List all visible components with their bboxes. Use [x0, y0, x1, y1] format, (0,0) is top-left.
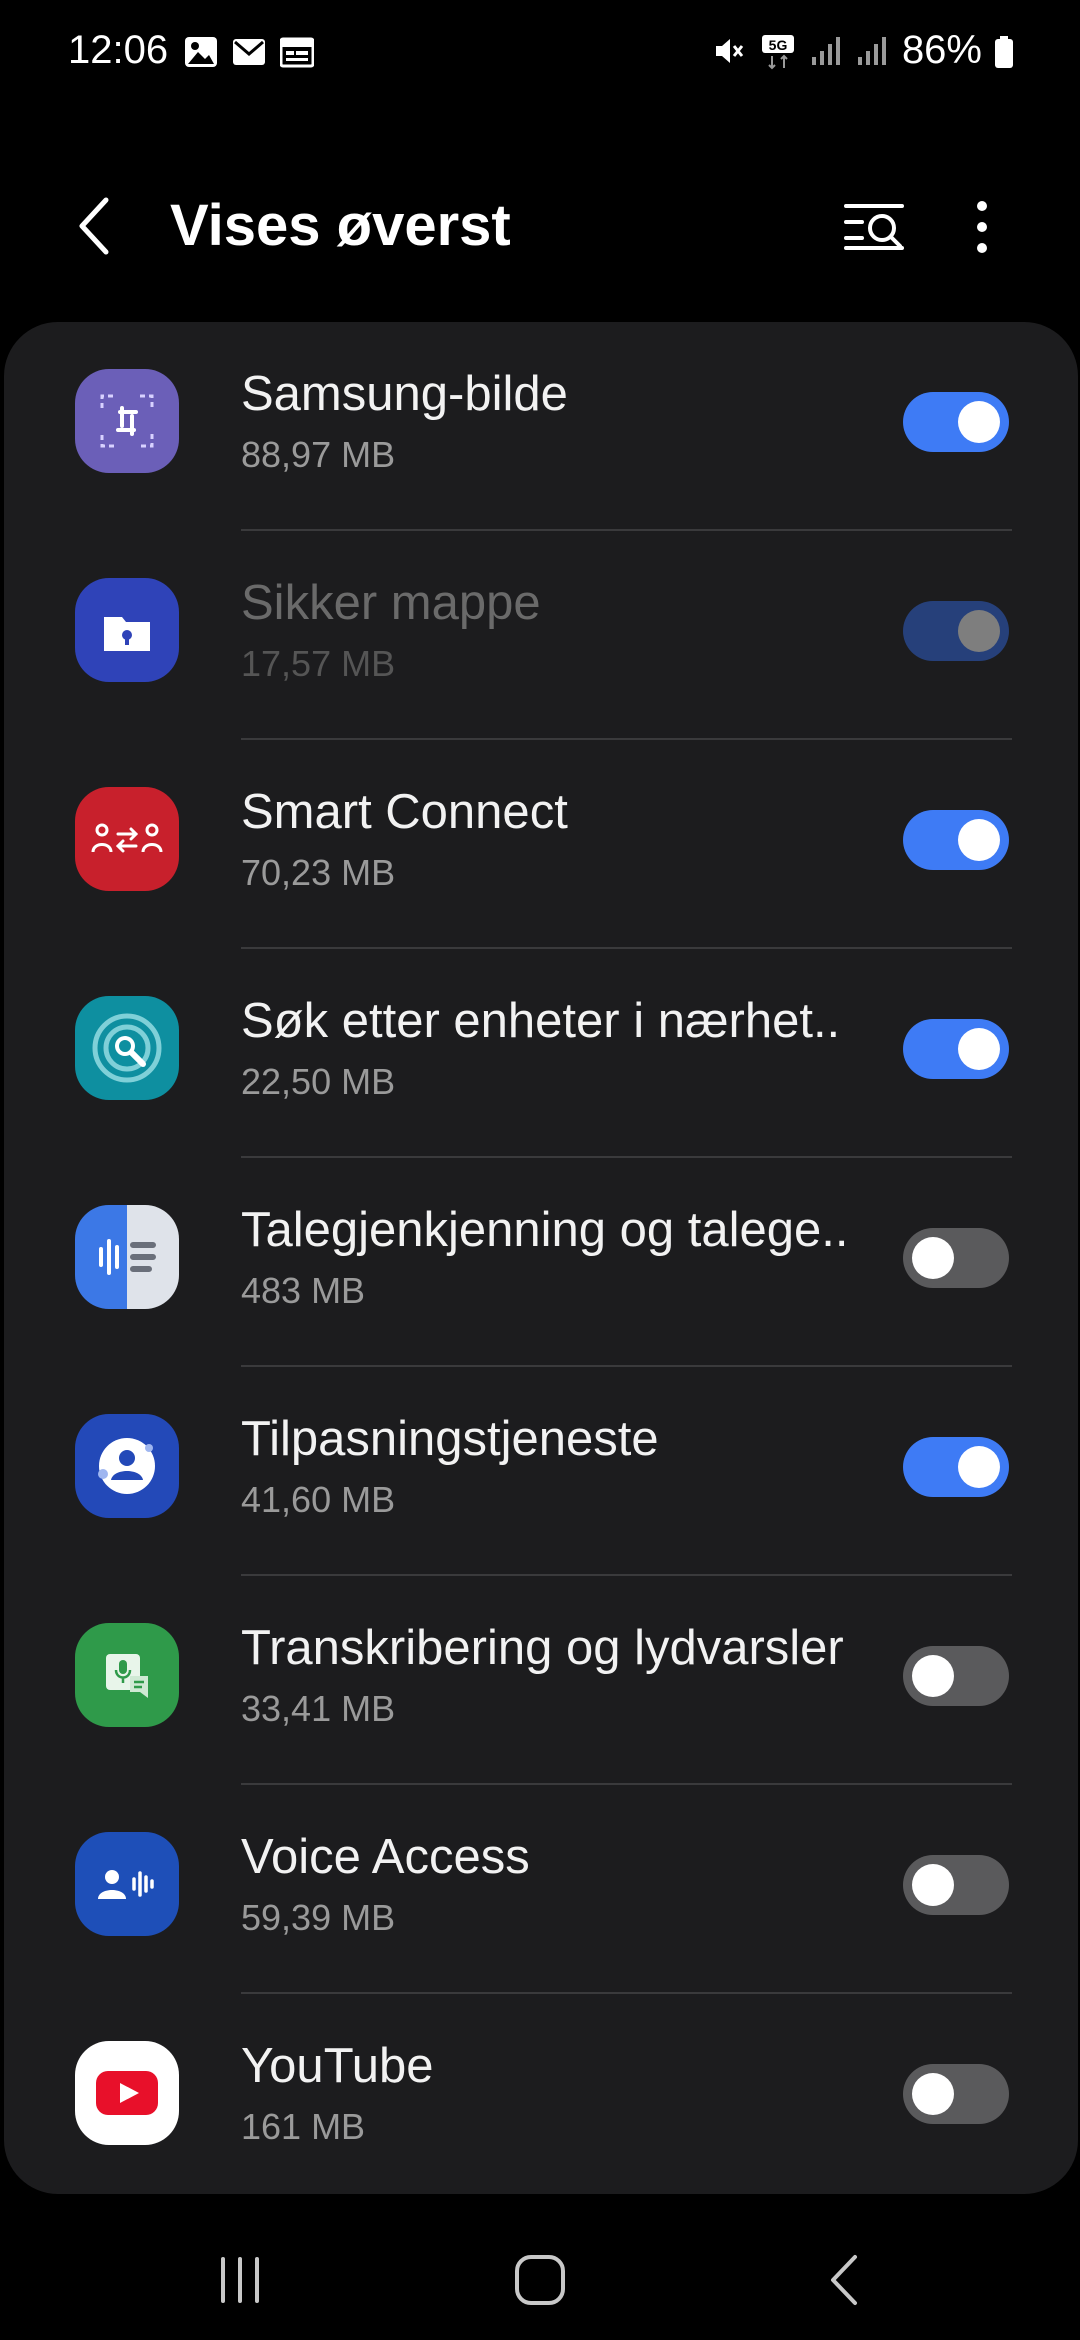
app-size: 17,57 MB [241, 643, 396, 684]
app-size: 22,50 MB [241, 1061, 396, 1102]
filter-search-icon [844, 204, 904, 250]
mute-icon [712, 35, 746, 67]
app-name: YouTube [241, 2039, 434, 2093]
list-item[interactable]: Samsung-bilde 88,97 MB [4, 322, 1078, 531]
app-bar: Vises øverst [0, 170, 1080, 282]
back-icon [831, 2255, 857, 2305]
signal-icon [810, 35, 844, 67]
home-button[interactable] [490, 2240, 590, 2320]
customization-service-icon [75, 1414, 179, 1518]
permission-toggle[interactable] [903, 392, 1009, 452]
toggle-knob [912, 2073, 954, 2115]
app-size: 33,41 MB [241, 1688, 396, 1729]
speech-services-icon [75, 1205, 179, 1309]
list-item[interactable]: Søk etter enheter i nærhet.. 22,50 MB [4, 949, 1078, 1158]
app-name: Samsung-bilde [241, 367, 568, 421]
permission-toggle[interactable] [903, 1855, 1009, 1915]
live-transcribe-icon [75, 1623, 179, 1727]
permission-toggle[interactable] [903, 2064, 1009, 2124]
battery-icon [994, 35, 1014, 68]
nearby-scan-icon [75, 996, 179, 1100]
svg-text:5G: 5G [769, 37, 788, 53]
mail-icon [232, 36, 266, 68]
search-button[interactable] [836, 192, 916, 262]
list-item[interactable]: Transkribering og lydvarsler 33,41 MB [4, 1576, 1078, 1785]
app-size: 483 MB [241, 1270, 366, 1311]
samsung-capture-icon [75, 369, 179, 473]
app-size: 70,23 MB [241, 852, 396, 893]
app-name: Transkribering og lydvarsler [241, 1621, 844, 1675]
toggle-knob [912, 1237, 954, 1279]
permission-toggle [903, 601, 1009, 661]
list-item[interactable]: Tilpasningstjeneste 41,60 MB [4, 1367, 1078, 1576]
back-button[interactable] [60, 190, 132, 262]
status-bar: 12:06 5G 86% [0, 0, 1080, 110]
smart-connect-icon [75, 787, 179, 891]
app-size: 161 MB [241, 2106, 366, 2147]
app-name: Voice Access [241, 1830, 530, 1884]
page-title: Vises øverst [170, 193, 511, 258]
more-options-button[interactable] [952, 192, 1012, 262]
recents-button[interactable] [190, 2240, 290, 2320]
image-icon [184, 36, 218, 68]
list-item: Sikker mappe 17,57 MB [4, 531, 1078, 740]
signal-icon [856, 35, 890, 67]
toggle-knob [958, 819, 1000, 861]
status-notification-icons [184, 36, 315, 68]
status-time: 12:06 [68, 28, 169, 72]
app-name: Søk etter enheter i nærhet.. [241, 994, 841, 1048]
app-name: Talegjenkjenning og talege.. [241, 1203, 849, 1257]
back-nav-button[interactable] [795, 2240, 895, 2320]
toggle-knob [958, 401, 1000, 443]
secure-folder-icon [75, 578, 179, 682]
app-name: Smart Connect [241, 785, 568, 839]
toggle-knob [912, 1655, 954, 1697]
calendar-icon [279, 36, 315, 68]
toggle-knob [958, 610, 1000, 652]
app-size: 59,39 MB [241, 1897, 396, 1938]
list-item[interactable]: Smart Connect 70,23 MB [4, 740, 1078, 949]
chevron-left-icon [79, 197, 109, 255]
more-vertical-icon [977, 201, 987, 253]
app-name: Sikker mappe [241, 576, 541, 630]
toggle-knob [958, 1028, 1000, 1070]
permission-toggle[interactable] [903, 1646, 1009, 1706]
permission-toggle[interactable] [903, 1228, 1009, 1288]
list-item[interactable]: YouTube 161 MB [4, 1994, 1078, 2203]
recents-icon [221, 2257, 259, 2303]
navigation-bar [0, 2220, 1080, 2340]
home-icon [515, 2255, 565, 2305]
toggle-knob [958, 1446, 1000, 1488]
app-list: Samsung-bilde 88,97 MB Sikker mappe 17,5… [4, 322, 1078, 2194]
permission-toggle[interactable] [903, 1437, 1009, 1497]
app-size: 88,97 MB [241, 434, 396, 475]
app-name: Tilpasningstjeneste [241, 1412, 659, 1466]
permission-toggle[interactable] [903, 1019, 1009, 1079]
toggle-knob [912, 1864, 954, 1906]
list-item[interactable]: Talegjenkjenning og talege.. 483 MB [4, 1158, 1078, 1367]
youtube-icon [75, 2041, 179, 2145]
battery-percent: 86% [901, 28, 982, 72]
5g-icon: 5G [758, 34, 798, 69]
status-system-icons: 5G 86% [712, 28, 1014, 73]
app-size: 41,60 MB [241, 1479, 396, 1520]
list-item[interactable]: Voice Access 59,39 MB [4, 1785, 1078, 1994]
voice-access-icon [75, 1832, 179, 1936]
permission-toggle[interactable] [903, 810, 1009, 870]
